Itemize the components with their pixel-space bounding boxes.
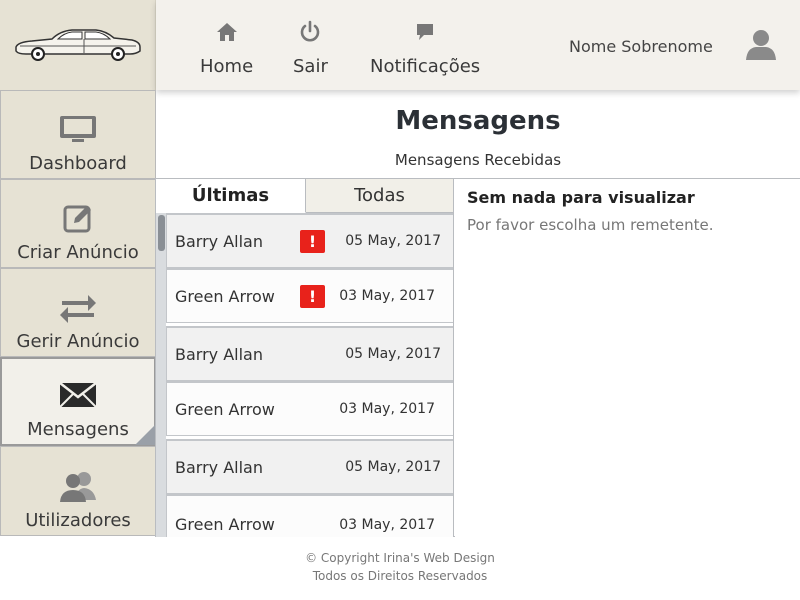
message-date: 05 May, 2017 bbox=[345, 459, 441, 475]
list-item[interactable]: Green Arrow 03 May, 2017 bbox=[166, 494, 453, 537]
sidebar-item-label: Gerir Anúncio bbox=[16, 331, 140, 352]
list-item[interactable]: Green Arrow 03 May, 2017 bbox=[166, 381, 453, 436]
sender-name: Barry Allan bbox=[175, 231, 263, 251]
monitor-icon bbox=[58, 111, 98, 147]
sidebar-item-manage-ad[interactable]: Gerir Anúncio bbox=[0, 268, 156, 357]
sender-name: Green Arrow bbox=[175, 399, 275, 419]
message-date: 05 May, 2017 bbox=[345, 346, 441, 362]
user-icon[interactable] bbox=[744, 28, 778, 66]
message-date: 03 May, 2017 bbox=[339, 401, 435, 417]
message-date: 03 May, 2017 bbox=[339, 288, 435, 304]
nav-home[interactable]: Home bbox=[200, 18, 253, 77]
scrollbar-thumb[interactable] bbox=[158, 215, 165, 251]
nav-notifications[interactable]: Notificações bbox=[370, 18, 480, 77]
alert-icon: ! bbox=[300, 229, 325, 253]
top-navbar: Home Sair Notificações Nome Sobrenome bbox=[156, 0, 800, 90]
page-subtitle: Mensagens Recebidas bbox=[394, 151, 562, 169]
message-date: 03 May, 2017 bbox=[339, 516, 435, 533]
message-date: 05 May, 2017 bbox=[345, 233, 441, 249]
sender-name: Green Arrow bbox=[175, 515, 275, 534]
page-title: Mensagens bbox=[395, 106, 561, 136]
nav-notifications-label: Notificações bbox=[370, 56, 481, 77]
sidebar-item-users[interactable]: Utilizadores bbox=[0, 446, 156, 536]
message-list: Barry Allan ! 05 May, 2017 Green Arrow !… bbox=[156, 213, 454, 537]
detail-text: Por favor escolha um remetente. bbox=[467, 216, 714, 234]
sender-name: Barry Allan bbox=[175, 344, 263, 364]
tab-latest[interactable]: Últimas bbox=[156, 179, 306, 213]
rights-text: Todos os Direitos Reservados bbox=[312, 569, 488, 583]
home-icon bbox=[216, 18, 238, 46]
list-item[interactable]: Barry Allan ! 05 May, 2017 bbox=[166, 213, 453, 268]
sidebar-item-label: Dashboard bbox=[29, 153, 127, 174]
detail-title: Sem nada para visualizar bbox=[467, 188, 695, 207]
edit-icon bbox=[62, 200, 94, 236]
footer: © Copyright Irina's Web Design Todos os … bbox=[0, 549, 800, 585]
sidebar-item-create-ad[interactable]: Criar Anúncio bbox=[0, 179, 156, 268]
nav-home-label: Home bbox=[200, 56, 254, 77]
users-icon bbox=[58, 468, 98, 504]
logo[interactable] bbox=[0, 0, 156, 90]
sidebar-item-label: Utilizadores bbox=[25, 510, 131, 531]
sidebar: Dashboard Criar Anúncio Gerir Anúncio Me… bbox=[0, 90, 156, 536]
chat-icon bbox=[415, 18, 435, 46]
nav-logout-label: Sair bbox=[293, 56, 328, 77]
sidebar-item-dashboard[interactable]: Dashboard bbox=[0, 90, 156, 179]
sidebar-item-messages[interactable]: Mensagens bbox=[0, 357, 156, 446]
sender-name: Green Arrow bbox=[175, 286, 275, 306]
list-item[interactable]: Green Arrow ! 03 May, 2017 bbox=[166, 268, 453, 323]
user-name[interactable]: Nome Sobrenome bbox=[569, 37, 713, 56]
list-item[interactable]: Barry Allan 05 May, 2017 bbox=[166, 439, 453, 494]
envelope-icon bbox=[58, 377, 98, 413]
messages-panel: Últimas Todas Barry Allan ! 05 May, 2017… bbox=[155, 178, 800, 537]
swap-icon bbox=[58, 289, 98, 325]
message-tabs: Últimas Todas bbox=[156, 179, 454, 213]
tab-all[interactable]: Todas bbox=[306, 179, 454, 213]
copyright-text: © Copyright Irina's Web Design bbox=[305, 551, 495, 565]
sidebar-item-label: Criar Anúncio bbox=[17, 242, 139, 263]
sender-name: Barry Allan bbox=[175, 457, 263, 477]
alert-icon: ! bbox=[300, 284, 325, 308]
power-icon bbox=[298, 18, 322, 46]
sidebar-item-label: Mensagens bbox=[27, 419, 129, 440]
nav-logout[interactable]: Sair bbox=[293, 18, 328, 77]
car-icon bbox=[14, 29, 141, 61]
list-item[interactable]: Barry Allan 05 May, 2017 bbox=[166, 326, 453, 381]
message-detail: Sem nada para visualizar Por favor escol… bbox=[455, 179, 800, 537]
scrollbar[interactable] bbox=[156, 213, 166, 537]
